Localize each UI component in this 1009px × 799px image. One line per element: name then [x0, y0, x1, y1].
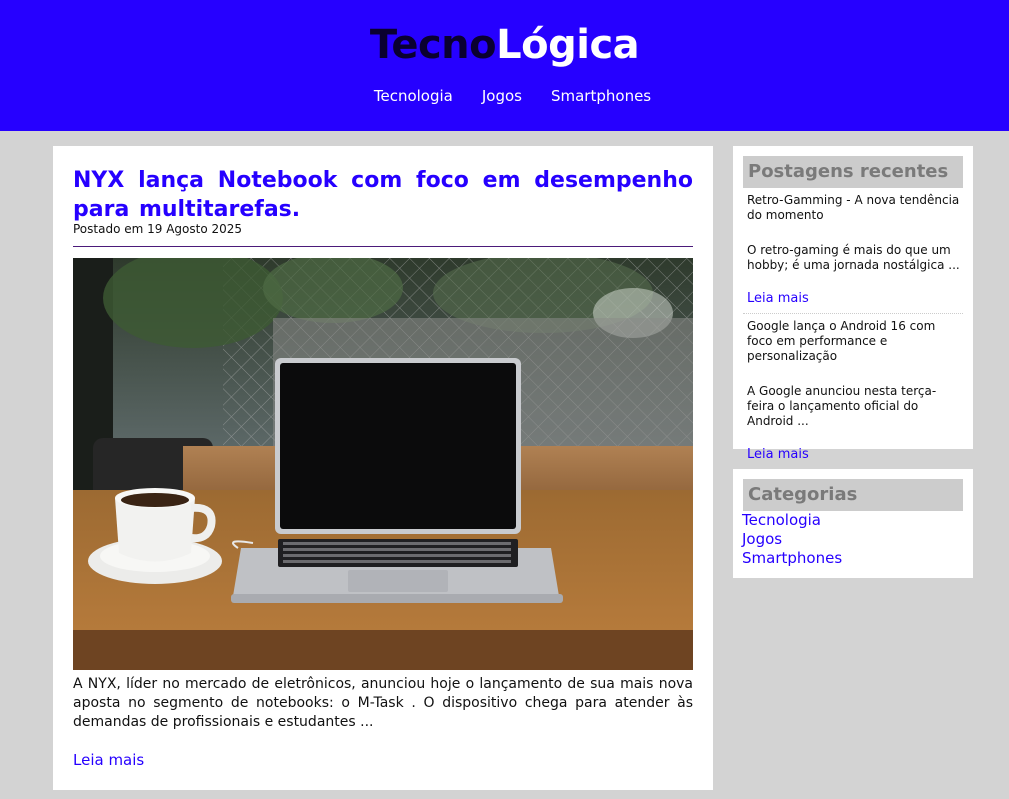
site-logo[interactable]: TecnoLógica [0, 20, 1009, 70]
main-article: NYX lança Notebook com foco em desempenh… [53, 146, 713, 790]
category-link-smartphones[interactable]: Smartphones [742, 549, 842, 568]
title-divider [73, 246, 693, 247]
laptop-coffee-photo [73, 258, 693, 670]
recent-divider [743, 313, 963, 314]
recent-post-title[interactable]: Retro-Gamming - A nova tendência do mome… [747, 193, 963, 223]
recent-post-read-more[interactable]: Leia mais [747, 291, 963, 306]
recent-posts-widget: Postagens recentes Retro-Gamming - A nov… [733, 146, 973, 462]
site-header: TecnoLógica Tecnologia Jogos Smartphones [0, 0, 1009, 131]
categories-list: Tecnologia Jogos Smartphones [742, 511, 842, 568]
read-more-link[interactable]: Leia mais [73, 751, 144, 769]
logo-part-logica: Lógica [496, 22, 640, 68]
article-title[interactable]: NYX lança Notebook com foco em desempenh… [73, 166, 693, 224]
nav-link-tecnologia[interactable]: Tecnologia [374, 86, 453, 106]
category-link-tecnologia[interactable]: Tecnologia [742, 511, 842, 530]
nav-link-jogos[interactable]: Jogos [482, 86, 522, 106]
article-excerpt: A NYX, líder no mercado de eletrônicos, … [73, 676, 693, 730]
categories-title: Categorias [743, 479, 963, 511]
recent-post-excerpt: O retro-gaming é mais do que um hobby; é… [747, 243, 960, 272]
main-nav: Tecnologia Jogos Smartphones [0, 86, 1009, 106]
category-link-jogos[interactable]: Jogos [742, 530, 842, 549]
recent-post-read-more[interactable]: Leia mais [747, 447, 963, 462]
recent-post-title[interactable]: Google lança o Android 16 com foco em pe… [747, 319, 963, 364]
categories-widget: Categorias Tecnologia Jogos Smartphones [733, 469, 973, 578]
recent-posts-title: Postagens recentes [743, 156, 963, 188]
logo-part-tecno: Tecno [369, 22, 497, 68]
post-date: Postado em 19 Agosto 2025 [73, 222, 243, 236]
recent-post-item: Google lança o Android 16 com foco em pe… [747, 319, 963, 462]
recent-post-item: Retro-Gamming - A nova tendência do mome… [747, 193, 963, 306]
article-image [73, 258, 693, 670]
nav-link-smartphones[interactable]: Smartphones [551, 86, 651, 106]
recent-post-excerpt: A Google anunciou nesta terça-feira o la… [747, 384, 937, 428]
